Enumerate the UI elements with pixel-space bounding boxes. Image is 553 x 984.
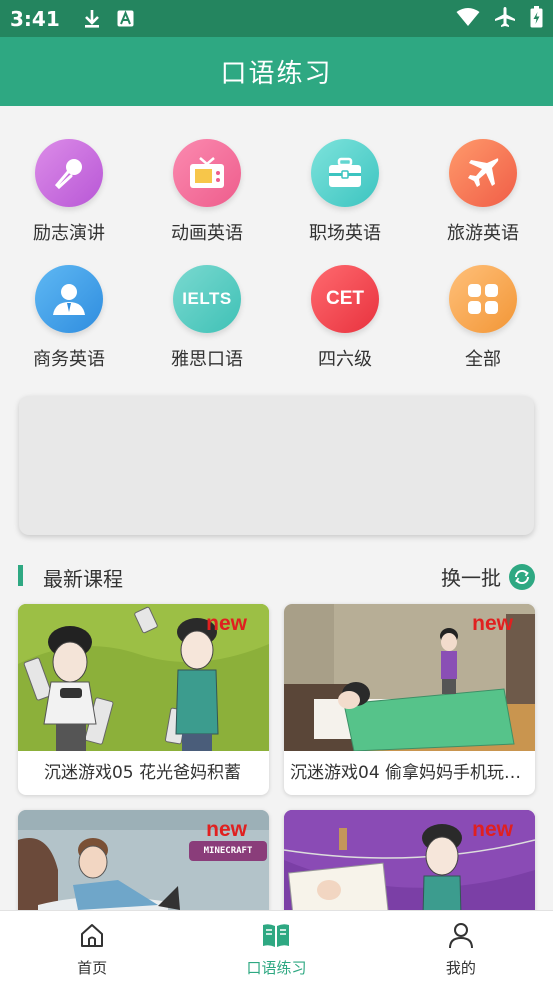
airplane-icon [449,139,517,207]
tab-home[interactable]: 首页 [0,911,184,984]
refresh-icon [509,563,535,590]
user-icon [447,921,475,953]
ielts-icon: IELTS [173,265,241,333]
tab-label: 首页 [77,959,108,977]
a-badge-icon [116,9,136,29]
course-card[interactable]: new 沉迷游戏04 偷拿妈妈手机玩游戏 [284,604,535,795]
category-animation-english[interactable]: 动画英语 [147,139,267,245]
minecraft-sign: MINECRAFT [189,841,267,861]
home-icon [78,921,106,953]
course-title: 沉迷游戏05 花光爸妈积蓄 [43,763,242,783]
category-workplace-english[interactable]: 职场英语 [285,139,405,245]
tv-icon [173,139,241,207]
course-title: 沉迷游戏04 偷拿妈妈手机玩游戏 [290,763,535,783]
category-label: 雅思口语 [171,349,243,370]
tab-label: 我的 [445,959,476,977]
category-label: 四六级 [318,349,372,370]
battery-charging-icon [530,5,543,32]
tab-speaking-practice[interactable]: 口语练习 [184,911,368,984]
category-label: 动画英语 [171,223,243,244]
status-time: 3:41 [10,6,60,31]
category-motivational-speech[interactable]: 励志演讲 [9,139,129,245]
airplane-icon [494,6,516,32]
course-thumbnail: new [284,604,535,751]
banner[interactable] [19,396,534,535]
category-all[interactable]: 全部 [423,265,543,371]
book-icon [261,921,291,953]
page-title: 口语练习 [220,59,333,89]
course-card[interactable]: new 沉迷游戏05 花光爸妈积蓄 [18,604,269,795]
refresh-label: 换一批 [441,566,501,590]
refresh-batch-button[interactable]: 换一批 [441,562,535,591]
category-travel-english[interactable]: 旅游英语 [423,139,543,245]
new-tag: new [472,818,513,841]
new-tag: new [206,818,247,841]
bottom-tab-bar: 首页 口语练习 我的 [0,910,553,984]
course-thumbnail: new [18,604,269,751]
ielts-badge-text: IELTS [182,289,232,308]
status-bar: 3:41 [0,0,553,37]
microphone-icon [35,139,103,207]
category-label: 全部 [465,349,501,370]
cet-badge-text: CET [326,288,364,309]
briefcase-icon [311,139,379,207]
cet-icon: CET [311,265,379,333]
businessman-icon [35,265,103,333]
wifi-icon [456,7,480,31]
category-business-english[interactable]: 商务英语 [9,265,129,371]
category-label: 励志演讲 [33,223,105,244]
grid-icon [449,265,517,333]
app-bar: 口语练习 [0,37,553,106]
latest-courses-header: 最新课程 换一批 [0,560,553,592]
category-label: 商务英语 [33,349,105,370]
download-icon [82,9,102,29]
tab-label: 口语练习 [246,959,307,977]
section-accent-bar [18,565,23,586]
status-right-icons [456,5,543,32]
category-ielts-speaking[interactable]: IELTS 雅思口语 [147,265,267,371]
tab-mine[interactable]: 我的 [369,911,553,984]
category-cet[interactable]: CET 四六级 [285,265,405,371]
category-label: 旅游英语 [447,223,519,244]
category-label: 职场英语 [309,223,381,244]
new-tag: new [472,612,513,635]
section-title: 最新课程 [43,567,123,591]
new-tag: new [206,612,247,635]
